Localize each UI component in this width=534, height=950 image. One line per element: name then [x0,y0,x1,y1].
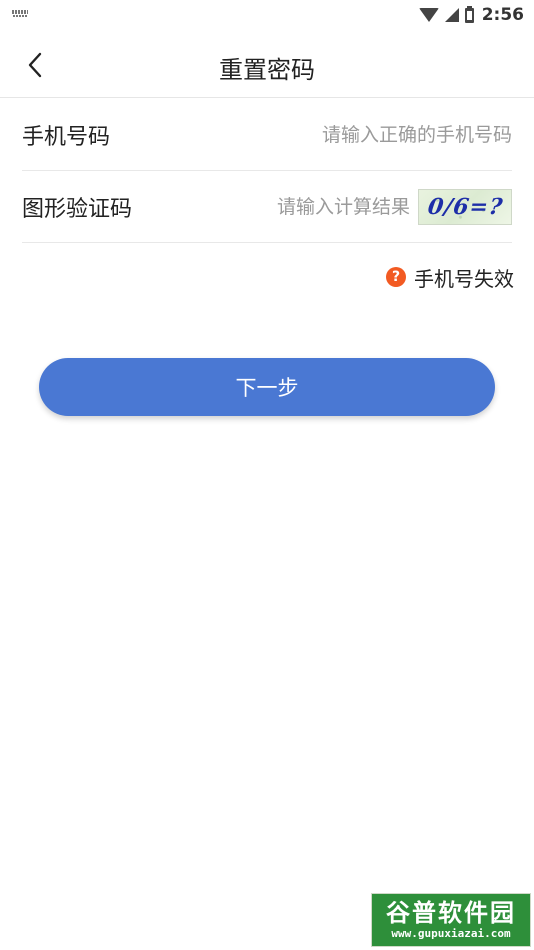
captcha-image-text: 0/6=? [425,193,505,220]
status-time: 2:56 [481,5,524,25]
back-button[interactable] [18,48,52,82]
wifi-icon [418,8,439,22]
question-circle-icon: ? [386,267,406,287]
keyboard-icon [12,10,30,20]
error-message: ? 手机号失效 [386,262,514,292]
error-text: 手机号失效 [414,266,514,291]
phone-row: 手机号码 [22,99,512,171]
watermark-title: 谷普软件园 [386,899,516,927]
captcha-input[interactable] [132,186,410,227]
phone-input[interactable] [110,114,512,155]
nav-bar: 重置密码 [0,30,534,98]
watermark-logo: 谷普软件园 www.gupuxiazai.com [371,893,531,947]
watermark-url: www.gupuxiazai.com [391,927,511,940]
status-bar: 2:56 [0,0,534,30]
signal-icon [444,8,459,22]
page-title: 重置密码 [219,56,315,84]
chevron-left-icon [28,52,42,78]
battery-icon [464,5,474,23]
phone-label: 手机号码 [22,124,111,150]
captcha-row: 图形验证码 0/6=? [22,171,512,243]
captcha-image[interactable]: 0/6=? [418,188,512,225]
captcha-label: 图形验证码 [22,196,133,222]
status-indicators: 2:56 [418,5,524,25]
next-button[interactable]: 下一步 [39,358,495,416]
